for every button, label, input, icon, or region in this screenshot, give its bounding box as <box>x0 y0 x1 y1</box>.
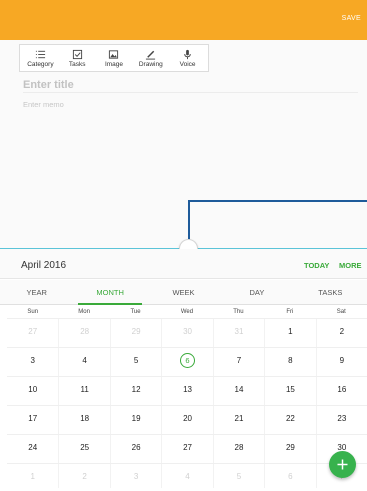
week-row: 27 28 29 30 31 1 2 <box>7 318 367 347</box>
day-cell[interactable]: 8 <box>264 348 315 376</box>
drawing-label: Drawing <box>138 60 163 68</box>
day-cell[interactable]: 15 <box>264 377 315 405</box>
day-cell[interactable]: 20 <box>161 406 212 434</box>
week-row: 1 2 3 4 5 6 7 <box>7 463 367 488</box>
day-cell[interactable]: 29 <box>109 319 161 347</box>
category-button[interactable]: Category <box>22 49 59 68</box>
tasks-label: Tasks <box>68 60 86 68</box>
day-cell[interactable]: 18 <box>58 406 109 434</box>
tab-tasks[interactable]: TASKS <box>294 280 367 304</box>
more-button[interactable]: MORE <box>339 261 362 270</box>
day-cell[interactable]: 26 <box>109 435 161 463</box>
day-cell[interactable]: 27 <box>161 435 212 463</box>
month-title: April 2016 <box>21 260 67 271</box>
today-button[interactable]: TODAY <box>304 261 329 270</box>
day-cell[interactable]: 25 <box>58 435 109 463</box>
day-cell[interactable]: 13 <box>161 377 212 405</box>
view-tabs: YEAR MONTH WEEK DAY TASKS <box>0 280 367 305</box>
callout-line-horizontal <box>188 200 367 202</box>
week-row: 24 25 26 27 28 29 30 <box>7 434 367 463</box>
day-cell[interactable]: 1 <box>264 319 315 347</box>
plus-icon <box>337 459 348 470</box>
day-cell[interactable]: 5 <box>109 348 161 376</box>
week-row: 10 11 12 13 14 15 16 <box>7 376 367 405</box>
checkbox-icon <box>72 49 82 59</box>
day-cell[interactable]: 17 <box>7 406 58 434</box>
day-cell[interactable]: 6 <box>264 464 315 488</box>
callout-line-vertical <box>188 200 190 240</box>
save-button[interactable]: SAVE <box>342 15 361 22</box>
pen-icon <box>146 50 156 60</box>
week-row: 17 18 19 20 21 22 23 <box>7 405 367 434</box>
list-icon <box>35 50 45 58</box>
day-cell[interactable]: 4 <box>161 464 212 488</box>
day-cell[interactable]: 21 <box>212 406 264 434</box>
day-cell[interactable]: 28 <box>212 435 264 463</box>
voice-label: Voice <box>179 60 196 68</box>
week-row: 3 4 5 6 7 8 9 <box>7 347 367 376</box>
day-cell[interactable]: 7 <box>212 348 264 376</box>
day-cell[interactable]: 10 <box>7 377 58 405</box>
weekday-label: Fri <box>286 309 294 315</box>
month-grid: 27 28 29 30 31 1 2 3 4 5 6 7 8 9 10 11 1… <box>7 318 367 488</box>
day-cell[interactable]: 27 <box>7 319 58 347</box>
weekday-label: Thu <box>233 309 244 315</box>
weekday-header: Sun Mon Tue Wed Thu Fri Sat <box>7 306 367 318</box>
day-cell[interactable]: 3 <box>7 348 58 376</box>
category-label: Category <box>27 60 54 68</box>
drawing-button[interactable]: Drawing <box>132 49 169 68</box>
day-cell[interactable]: 2 <box>315 319 367 347</box>
title-input[interactable] <box>23 77 358 93</box>
image-button[interactable]: Image <box>96 49 133 68</box>
day-cell[interactable]: 24 <box>7 435 58 463</box>
day-cell[interactable]: 11 <box>58 377 109 405</box>
day-cell[interactable]: 12 <box>109 377 161 405</box>
weekday-label: Sat <box>336 309 346 315</box>
day-cell[interactable]: 23 <box>315 406 367 434</box>
day-cell[interactable]: 5 <box>212 464 264 488</box>
voice-button[interactable]: Voice <box>169 49 206 68</box>
weekday-label: Wed <box>180 309 194 315</box>
insert-toolbar: Category Tasks Image Drawing Voice <box>19 44 209 72</box>
weekday-label: Mon <box>78 309 90 315</box>
image-label: Image <box>104 60 124 68</box>
memo-editor: Category Tasks Image Drawing Voice <box>0 40 367 248</box>
day-cell[interactable]: 31 <box>212 319 264 347</box>
day-cell[interactable]: 3 <box>109 464 161 488</box>
today-marker: 6 <box>180 353 196 368</box>
day-cell[interactable]: 29 <box>264 435 315 463</box>
calendar-header: April 2016 TODAY MORE <box>0 249 367 279</box>
day-cell[interactable]: 19 <box>109 406 161 434</box>
tab-year[interactable]: YEAR <box>0 280 73 304</box>
weekday-label: Tue <box>130 309 141 315</box>
day-cell[interactable]: 22 <box>264 406 315 434</box>
day-cell[interactable]: 30 <box>161 319 212 347</box>
day-cell[interactable]: 1 <box>7 464 58 488</box>
day-cell[interactable]: 16 <box>315 377 367 405</box>
day-cell[interactable]: 2 <box>58 464 109 488</box>
image-icon <box>109 49 119 59</box>
weekday-label: Sun <box>27 309 39 315</box>
tab-week[interactable]: WEEK <box>147 280 220 304</box>
day-cell[interactable]: 14 <box>212 377 264 405</box>
tab-day[interactable]: DAY <box>220 280 293 304</box>
day-cell[interactable]: 28 <box>58 319 109 347</box>
tasks-button[interactable]: Tasks <box>59 49 96 68</box>
add-event-button[interactable] <box>329 451 356 478</box>
day-cell-today[interactable]: 6 <box>161 348 212 376</box>
memo-input[interactable] <box>23 98 323 110</box>
tab-month[interactable]: MONTH <box>73 280 146 305</box>
app-bar: SAVE <box>0 0 367 40</box>
day-cell[interactable]: 9 <box>315 348 367 376</box>
day-cell[interactable]: 4 <box>58 348 109 376</box>
microphone-icon <box>184 49 191 59</box>
